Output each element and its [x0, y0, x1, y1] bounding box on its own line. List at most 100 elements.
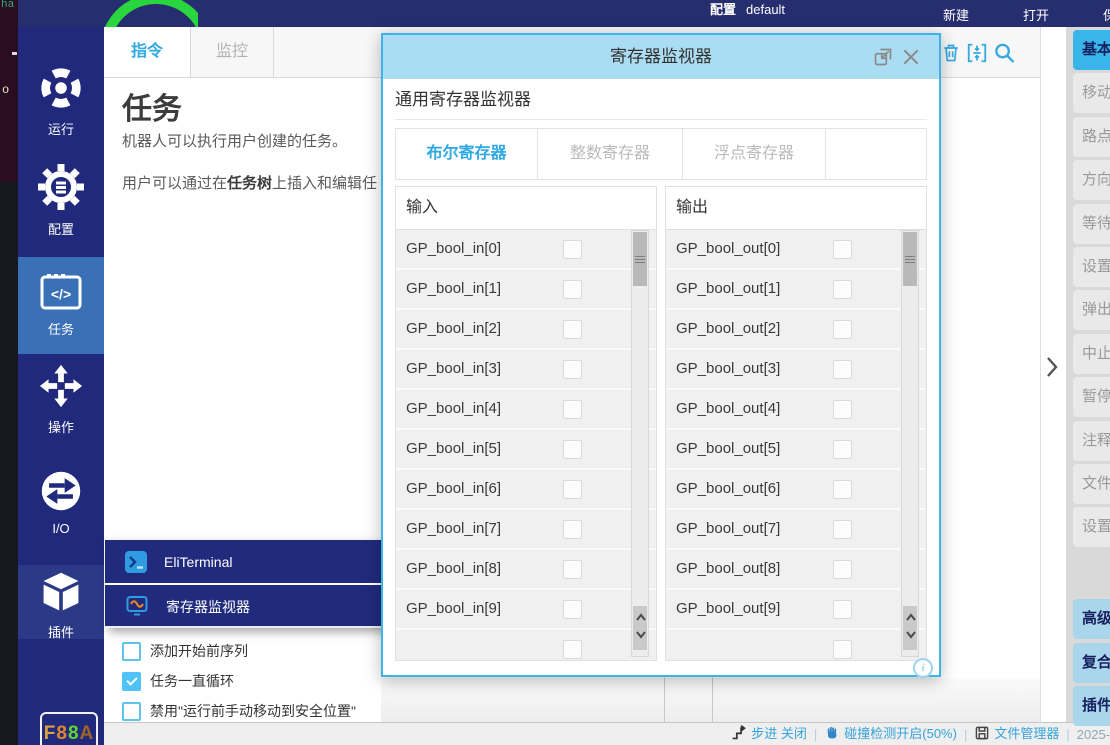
dialog-titlebar[interactable]: 寄存器监视器 [383, 35, 939, 79]
register-row: GP_bool_out[2] [666, 310, 926, 350]
sidebar-item-operate[interactable]: 操作 [18, 363, 104, 436]
command-tile[interactable]: 弹出 [1073, 290, 1110, 330]
command-tile[interactable]: 暂停 [1073, 377, 1110, 417]
command-tile[interactable]: 中止 [1073, 334, 1110, 374]
restore-window-icon[interactable] [873, 47, 893, 67]
register-checkbox[interactable] [833, 600, 852, 619]
register-checkbox[interactable] [833, 400, 852, 419]
cube-icon [39, 601, 83, 618]
register-name: GP_bool_out[7] [676, 520, 780, 537]
register-type-tab[interactable]: 浮点寄存器 [683, 129, 826, 179]
register-checkbox[interactable] [563, 480, 582, 499]
sidebar-item-config[interactable]: 配置 [18, 163, 104, 238]
search-icon[interactable] [993, 41, 1015, 65]
waveform-monitor-icon [125, 593, 149, 620]
info-icon[interactable]: i [913, 658, 933, 678]
register-checkbox[interactable] [833, 440, 852, 459]
robot-id-badge[interactable]: F88A [40, 712, 98, 745]
config-label: 配置 [710, 2, 736, 17]
command-tile[interactable]: 文件 [1073, 464, 1110, 504]
scrollbar-thumb[interactable] [903, 232, 917, 286]
command-tile[interactable]: 设置 [1073, 247, 1110, 287]
command-tile[interactable]: 移动 [1073, 73, 1110, 113]
register-row: GP_bool_out[1] [666, 270, 926, 310]
register-checkbox[interactable] [833, 360, 852, 379]
open-button[interactable]: 打开 [1023, 5, 1049, 24]
robot-id-char: F [44, 723, 57, 744]
close-icon[interactable] [901, 47, 921, 67]
expand-panel-chevron-icon[interactable] [1043, 353, 1061, 381]
collision-detection-status[interactable]: 碰撞检测开启(50%) [824, 723, 957, 742]
sidebar-item-plugins[interactable]: 插件 [18, 565, 104, 639]
register-checkbox[interactable] [563, 240, 582, 259]
command-tile[interactable]: 路点 [1073, 117, 1110, 157]
register-checkbox[interactable] [833, 240, 852, 259]
command-tile[interactable]: 设置 [1073, 507, 1110, 547]
register-checkbox[interactable] [563, 440, 582, 459]
collapse-rows-icon[interactable] [966, 41, 988, 65]
delete-icon[interactable] [941, 41, 963, 65]
command-tile[interactable]: 插件 [1073, 686, 1110, 726]
command-tile[interactable]: 方向 [1073, 160, 1110, 200]
terminal-cursor [12, 52, 17, 55]
menu-item-eliterminal[interactable]: EliTerminal [105, 540, 383, 585]
register-checkbox[interactable] [563, 520, 582, 539]
register-name: GP_bool_in[6] [406, 480, 501, 497]
menu-item-register-monitor[interactable]: 寄存器监视器 [105, 585, 383, 628]
scrollbar[interactable] [631, 230, 649, 657]
hand-icon [824, 725, 840, 741]
checkbox[interactable] [122, 672, 141, 691]
register-type-tab[interactable]: 布尔寄存器 [396, 129, 538, 179]
register-type-tab[interactable]: 整数寄存器 [538, 129, 683, 179]
option-checkbox-row[interactable]: 添加开始前序列 [122, 636, 356, 666]
register-row: GP_bool_out[0] [666, 230, 926, 270]
config-indicator[interactable]: 配置 default [710, 0, 785, 18]
tab-instruction[interactable]: 指令 [104, 27, 190, 77]
register-checkbox[interactable] [563, 560, 582, 579]
scrollbar-arrows[interactable] [633, 606, 647, 650]
register-name: GP_bool_in[9] [406, 600, 501, 617]
register-checkbox[interactable] [563, 360, 582, 379]
command-tile[interactable]: 复合 [1073, 643, 1110, 683]
svg-text:</>: </> [51, 286, 71, 302]
register-checkbox[interactable] [563, 400, 582, 419]
register-row: GP_bool_out[7] [666, 510, 926, 550]
register-name: GP_bool_in[0] [406, 240, 501, 257]
register-row: GP_bool_out[9] [666, 590, 926, 630]
register-checkbox[interactable] [563, 280, 582, 299]
floppy-icon [974, 725, 990, 741]
config-value: default [746, 2, 785, 17]
new-button[interactable]: 新建 [943, 5, 969, 24]
checkbox[interactable] [122, 702, 141, 721]
sidebar-item-io[interactable]: I/O [18, 469, 104, 536]
register-checkbox[interactable] [833, 280, 852, 299]
scrollbar-arrows[interactable] [903, 606, 917, 650]
checkbox[interactable] [122, 642, 141, 661]
register-type-tabs: 布尔寄存器 整数寄存器 浮点寄存器 [395, 128, 927, 180]
register-checkbox[interactable] [833, 480, 852, 499]
register-checkbox[interactable] [833, 520, 852, 539]
sidebar-item-run[interactable]: 运行 [18, 65, 104, 138]
plugin-popup-menu: EliTerminal 寄存器监视器 [105, 540, 385, 628]
register-row: GP_bool_out[4] [666, 390, 926, 430]
option-label: 添加开始前序列 [150, 641, 248, 661]
register-row: GP_bool_out[8] [666, 550, 926, 590]
terminal-text: o [2, 83, 9, 97]
scrollbar[interactable] [901, 230, 919, 657]
command-tile[interactable]: 等待 [1073, 204, 1110, 244]
scrollbar-thumb[interactable] [633, 232, 647, 286]
register-name: GP_bool_out[8] [676, 560, 780, 577]
sidebar-item-task[interactable]: </> 任务 [18, 257, 104, 354]
tab-monitor[interactable]: 监控 [191, 27, 273, 77]
command-tile[interactable]: 基本 [1073, 30, 1110, 70]
register-checkbox[interactable] [563, 600, 582, 619]
register-checkbox[interactable] [833, 320, 852, 339]
command-tile[interactable]: 注释 [1073, 421, 1110, 461]
register-checkbox[interactable] [563, 320, 582, 339]
register-checkbox[interactable] [833, 560, 852, 579]
robot-id-char: 8 [56, 723, 68, 744]
command-tile[interactable]: 高级 [1073, 599, 1110, 639]
step-mode-status[interactable]: 步进 关闭 [730, 723, 807, 742]
option-checkbox-row[interactable]: 任务一直循环 [122, 666, 356, 696]
file-manager-button[interactable]: 文件管理器 [974, 723, 1059, 742]
